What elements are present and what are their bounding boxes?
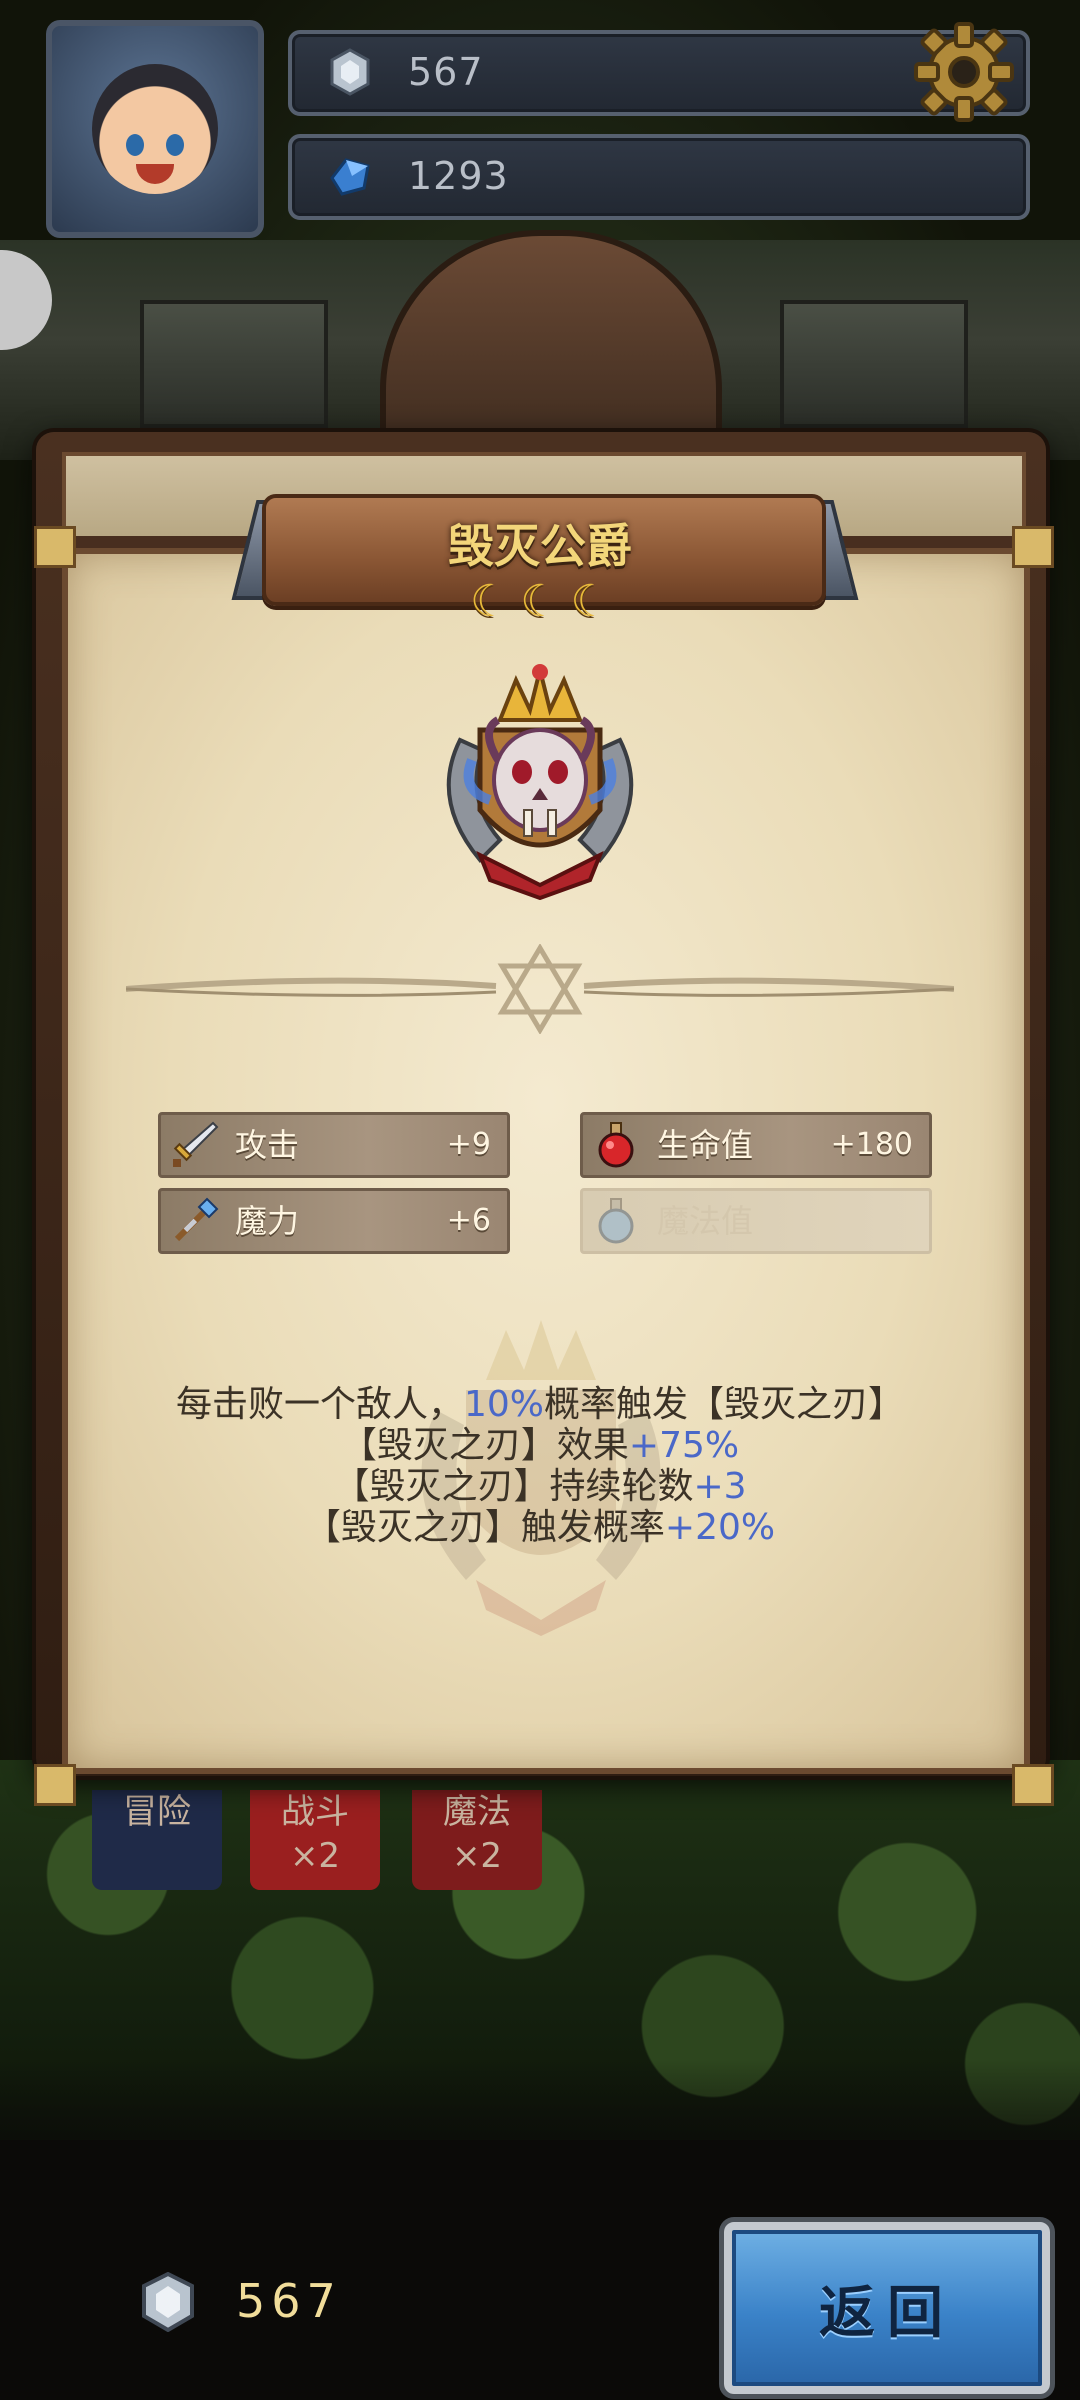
description-text: 【毁灭之刃】效果 — [340, 1425, 629, 1466]
rank-moons: ☾ ☾ ☾ — [470, 580, 610, 624]
description-highlight: 10% — [463, 1384, 544, 1425]
background-tab-label: 冒险 — [123, 1792, 191, 1832]
demon-skull-crown-emblem — [420, 650, 660, 901]
stat-label: 攻击 — [235, 1126, 300, 1164]
crescent-moon-icon: ☾ — [520, 576, 560, 627]
silver-gem-icon — [140, 2271, 196, 2333]
panel-corner — [34, 526, 76, 568]
description-text: 【毁灭之刃】触发概率 — [304, 1507, 665, 1548]
description-line: 【毁灭之刃】效果+75% — [100, 1425, 980, 1466]
ornamental-divider — [125, 943, 955, 1035]
gem-value: 1293 — [408, 154, 509, 198]
stat-value: +180 — [830, 1127, 913, 1162]
silver-gem-icon — [326, 48, 374, 96]
stone-pillar-right — [780, 300, 968, 428]
stat-label: 生命值 — [657, 1126, 754, 1164]
stone-pillar-left — [140, 300, 328, 428]
stat-health: 生命值 +180 — [580, 1112, 932, 1178]
background-tab-badge: ×2 — [451, 1836, 503, 1876]
background-tab-adventure: 冒险 — [92, 1790, 222, 1890]
magic-staff-icon — [167, 1193, 221, 1247]
gear-icon[interactable] — [910, 18, 1018, 126]
background-tab-magic: 魔法 ×2 — [412, 1790, 542, 1890]
stat-value: +6 — [446, 1203, 491, 1238]
stat-label: 魔法值 — [657, 1202, 754, 1240]
crescent-moon-icon: ☾ — [470, 576, 510, 627]
background-tab-battle: 战斗 ×2 — [250, 1790, 380, 1890]
avatar-eye — [166, 134, 184, 156]
footer-silver-value: 567 — [236, 2274, 342, 2328]
crescent-moon-icon: ☾ — [570, 576, 610, 627]
panel-corner — [1012, 1764, 1054, 1806]
bottom-fade — [0, 2060, 1080, 2180]
description-text: 概率触发【毁灭之刃】 — [544, 1384, 905, 1425]
description-line: 【毁灭之刃】触发概率+20% — [100, 1507, 980, 1548]
background-tab-badge: ×2 — [289, 1836, 341, 1876]
stat-attack: 攻击 +9 — [158, 1112, 510, 1178]
stat-mana: 魔法值 — [580, 1188, 932, 1254]
description-line: 【毁灭之刃】持续轮数+3 — [100, 1466, 980, 1507]
description-highlight: +75% — [628, 1425, 740, 1466]
description-line: 每击败一个敌人，10%概率触发【毁灭之刃】 — [100, 1384, 980, 1425]
mana-potion-icon — [589, 1193, 643, 1247]
background-tab-label: 战斗 — [281, 1792, 349, 1832]
panel-corner — [34, 1764, 76, 1806]
description-highlight: +3 — [693, 1466, 747, 1507]
stat-value: +9 — [446, 1127, 491, 1162]
avatar-face — [92, 64, 218, 194]
avatar-eye — [126, 134, 144, 156]
description-highlight: +20% — [664, 1507, 776, 1548]
gem-resource-bar: 1293 — [288, 134, 1030, 220]
silver-value: 567 — [408, 50, 484, 94]
stat-magic-power: 魔力 +6 — [158, 1188, 510, 1254]
sword-icon — [167, 1117, 221, 1171]
panel-corner — [1012, 526, 1054, 568]
description-text: 【毁灭之刃】持续轮数 — [333, 1466, 694, 1507]
avatar-mouth — [136, 164, 174, 184]
health-potion-icon — [589, 1117, 643, 1171]
background-tab-label: 魔法 — [443, 1792, 511, 1832]
description-text: 每击败一个敌人， — [175, 1384, 464, 1425]
back-button[interactable]: 返回 — [724, 2222, 1050, 2394]
player-avatar[interactable] — [46, 20, 264, 238]
blue-crystal-icon — [326, 152, 374, 200]
stat-label: 魔力 — [235, 1202, 300, 1240]
skill-description: 每击败一个敌人，10%概率触发【毁灭之刃】 【毁灭之刃】效果+75% 【毁灭之刃… — [100, 1384, 980, 1548]
